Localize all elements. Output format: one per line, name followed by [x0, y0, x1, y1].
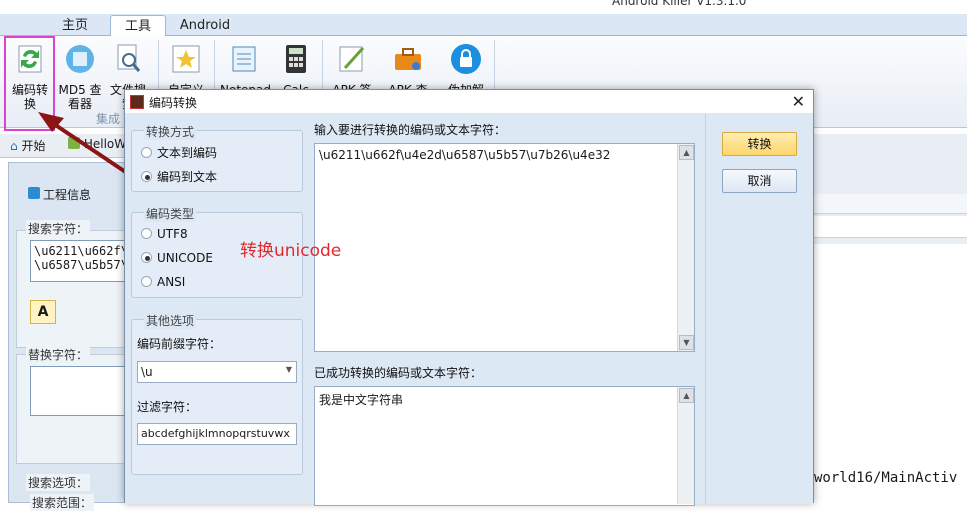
radio-label: UNICODE	[157, 251, 213, 265]
mode-group-label: 转换方式	[144, 123, 197, 140]
input-textarea[interactable]: \u6211\u662f\u4e2d\u6587\u5b57\u7b26\u4e…	[314, 143, 695, 352]
radio-label: ANSI	[157, 275, 186, 289]
filter-input[interactable]: abcdefghijklmnopqrstuvwx	[137, 423, 297, 445]
radio-button	[141, 228, 152, 239]
radio-button	[141, 276, 152, 287]
type-group-label: 编码类型	[144, 205, 197, 222]
radio-text-to-code[interactable]: 文本到编码	[141, 144, 217, 161]
encode-convert-dialog: 编码转换 ✕ 转换方式 文本到编码 编码到文本 编码类型 UTF8 UNICOD…	[124, 89, 814, 506]
other-group-label: 其他选项	[144, 312, 197, 329]
cancel-button[interactable]: 取消	[722, 169, 797, 193]
radio-utf8[interactable]: UTF8	[141, 227, 188, 241]
filter-label: 过滤字符：	[137, 400, 198, 414]
prefix-value: \u	[141, 365, 153, 379]
radio-label: UTF8	[157, 227, 188, 241]
prefix-combobox[interactable]: \u ▼	[137, 361, 297, 383]
radio-ansi[interactable]: ANSI	[141, 275, 185, 289]
input-scrollbar[interactable]: ▲ ▼	[677, 144, 694, 351]
radio-button	[141, 147, 152, 158]
output-textarea[interactable]: 我是中文字符串	[314, 386, 695, 506]
convert-button[interactable]: 转换	[722, 132, 797, 156]
radio-unicode[interactable]: UNICODE	[141, 251, 213, 265]
scroll-up-icon[interactable]: ▲	[679, 145, 694, 160]
app-icon	[130, 95, 144, 109]
radio-label: 文本到编码	[157, 146, 218, 160]
close-icon[interactable]: ✕	[792, 92, 805, 111]
radio-button	[141, 171, 152, 182]
input-text: \u6211\u662f\u4e2d\u6587\u5b57\u7b26\u4e…	[319, 148, 611, 162]
output-text: 我是中文字符串	[319, 393, 404, 407]
output-scrollbar[interactable]: ▲	[677, 387, 694, 504]
radio-button	[141, 252, 152, 263]
radio-label: 编码到文本	[157, 170, 218, 184]
dialog-title: 编码转换	[149, 96, 198, 110]
radio-code-to-text[interactable]: 编码到文本	[141, 168, 217, 185]
dialog-titlebar: 编码转换 ✕	[125, 90, 813, 114]
button-divider	[705, 114, 706, 504]
dialog-body: 转换方式 文本到编码 编码到文本 编码类型 UTF8 UNICODE ANSI …	[125, 114, 813, 506]
annotation-text: 转换unicode	[240, 241, 342, 261]
scroll-down-icon[interactable]: ▼	[679, 335, 694, 350]
output-label: 已成功转换的编码或文本字符：	[314, 366, 483, 380]
chevron-down-icon: ▼	[285, 365, 292, 374]
prefix-label: 编码前缀字符：	[137, 337, 222, 351]
scroll-up-icon[interactable]: ▲	[679, 388, 694, 403]
input-label: 输入要进行转换的编码或文本字符：	[314, 123, 507, 137]
